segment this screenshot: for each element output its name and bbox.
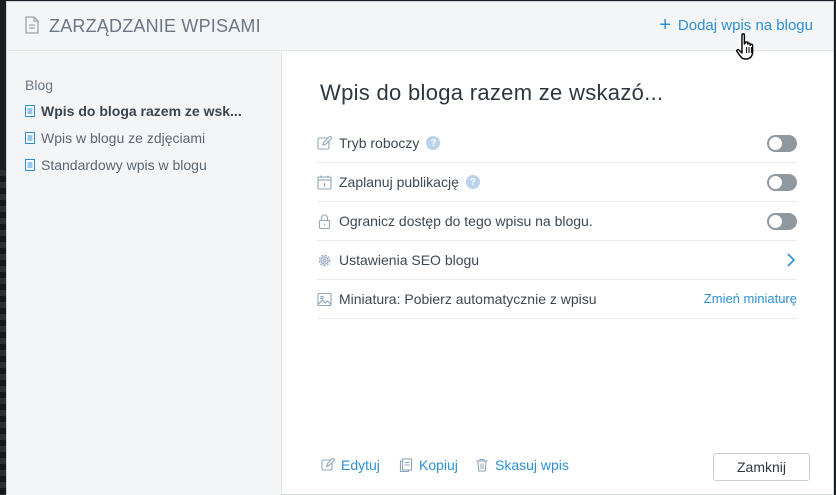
- sidebar-item-label: Wpis do bloga razem ze wsk...: [41, 103, 242, 119]
- sidebar: Blog Wpis do bloga razem ze wsk... Wpis …: [7, 52, 282, 495]
- sidebar-item-standard-post[interactable]: Standardowy wpis w blogu: [25, 157, 207, 173]
- edit-button[interactable]: Edytuj: [321, 457, 380, 473]
- help-icon[interactable]: ?: [426, 136, 441, 150]
- calendar-icon: [317, 175, 332, 190]
- document-icon: [25, 16, 39, 34]
- delete-post-button[interactable]: Skasuj wpis: [475, 457, 569, 473]
- schedule-publication-toggle[interactable]: [767, 174, 797, 191]
- seo-settings-label: Ustawienia SEO blogu: [339, 252, 480, 268]
- thumbnail-prefix: Miniatura:: [339, 291, 401, 307]
- post-management-dialog: ZARZĄDZANIE WPISAMI + Dodaj wpis na blog…: [6, 1, 834, 495]
- toggle-knob: [769, 137, 782, 150]
- row-thumbnail: Miniatura: Pobierz automatycznie z wpisu…: [317, 280, 797, 319]
- row-restrict-access: Ogranicz dostęp do tego wpisu na blogu.: [317, 202, 797, 241]
- copy-label: Kopiuj: [419, 457, 458, 473]
- copy-button[interactable]: Kopiuj: [399, 457, 458, 473]
- sidebar-item-post-with-photos[interactable]: Wpis w blogu ze zdjęciami: [25, 130, 205, 146]
- schedule-publication-label: Zaplanuj publikację: [339, 174, 459, 190]
- post-title: Wpis do bloga razem ze wskazó...: [320, 80, 664, 105]
- pencil-icon: [321, 458, 335, 471]
- copy-icon: [399, 458, 413, 472]
- row-draft-mode: Tryb roboczy ?: [317, 124, 797, 163]
- draft-mode-label: Tryb roboczy: [339, 135, 420, 151]
- restrict-access-label: Ogranicz dostęp do tego wpisu na blogu.: [339, 213, 593, 229]
- image-icon: [317, 292, 332, 306]
- sidebar-item-post-with-pointers[interactable]: Wpis do bloga razem ze wsk...: [25, 103, 242, 119]
- thumbnail-label: Miniatura: Pobierz automatycznie z wpisu: [339, 291, 597, 307]
- chevron-right-icon[interactable]: [787, 253, 795, 267]
- thumbnail-value: Pobierz automatycznie z wpisu: [404, 291, 597, 307]
- pencil-icon: [317, 135, 332, 150]
- edit-label: Edytuj: [341, 457, 380, 473]
- sidebar-item-label: Wpis w blogu ze zdjęciami: [41, 130, 206, 146]
- post-settings-panel: Wpis do bloga razem ze wskazó... Tryb ro…: [283, 52, 834, 495]
- document-icon: [25, 159, 35, 171]
- toggle-knob: [769, 215, 782, 228]
- gear-icon: [318, 254, 331, 266]
- draft-mode-toggle[interactable]: [767, 135, 797, 152]
- dialog-header: ZARZĄDZANIE WPISAMI + Dodaj wpis na blog…: [7, 2, 833, 51]
- trash-icon: [476, 458, 488, 472]
- change-thumbnail-link[interactable]: Zmień miniaturę: [704, 291, 797, 306]
- delete-post-label: Skasuj wpis: [495, 457, 569, 473]
- document-icon: [25, 132, 35, 144]
- dialog-title: ZARZĄDZANIE WPISAMI: [49, 16, 261, 36]
- document-icon: [25, 105, 35, 117]
- sidebar-item-label: Standardowy wpis w blogu: [41, 157, 207, 173]
- toggle-knob: [769, 176, 782, 189]
- help-icon[interactable]: ?: [465, 175, 480, 189]
- restrict-access-toggle[interactable]: [767, 213, 797, 230]
- plus-icon: +: [659, 14, 671, 36]
- close-button[interactable]: Zamknij: [713, 453, 810, 481]
- sidebar-heading: Blog: [25, 77, 54, 93]
- lock-icon: [318, 214, 331, 229]
- row-seo-settings[interactable]: Ustawienia SEO blogu: [317, 241, 797, 280]
- row-schedule-publication: Zaplanuj publikację ?: [317, 163, 797, 202]
